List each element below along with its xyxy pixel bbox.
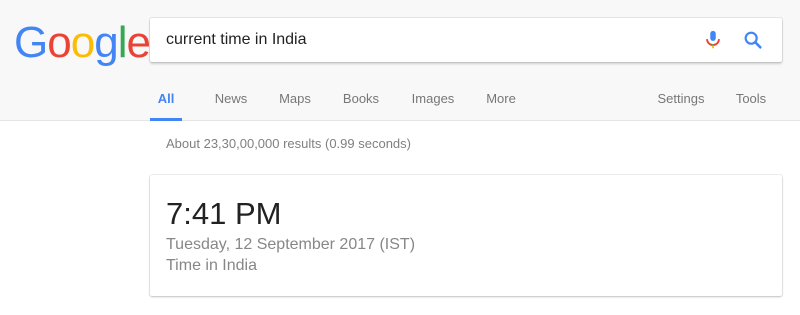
logo-letter: G [14, 18, 48, 67]
search-icon[interactable] [742, 29, 764, 51]
time-card: 7:41 PM Tuesday, 12 September 2017 (IST)… [150, 175, 782, 296]
tab-tools[interactable]: Tools [734, 80, 768, 121]
tab-images[interactable]: Images [409, 80, 457, 121]
tab-maps[interactable]: Maps [277, 80, 313, 121]
tab-news[interactable]: News [213, 80, 249, 121]
tab-more[interactable]: More [484, 80, 518, 121]
logo-letter: o [47, 18, 72, 67]
logo-letter: g [94, 18, 119, 67]
search-input[interactable] [166, 18, 686, 62]
tab-settings[interactable]: Settings [656, 80, 706, 121]
search-tabs: All News Maps Books Images More Settings… [150, 80, 790, 121]
current-time: 7:41 PM [166, 196, 282, 231]
google-logo[interactable]: Google [14, 18, 151, 68]
logo-letter: o [70, 18, 96, 67]
tab-books[interactable]: Books [341, 80, 381, 121]
current-date: Tuesday, 12 September 2017 (IST) [166, 236, 416, 253]
search-header: Google All News Maps Books Images More S… [0, 0, 800, 121]
search-box [150, 18, 782, 62]
tab-all[interactable]: All [150, 80, 182, 121]
result-stats: About 23,30,00,000 results (0.99 seconds… [166, 136, 411, 151]
logo-letter: e [126, 18, 151, 67]
logo-letter: l [117, 18, 128, 67]
microphone-icon[interactable] [702, 29, 724, 51]
time-location: Time in India [166, 257, 257, 274]
